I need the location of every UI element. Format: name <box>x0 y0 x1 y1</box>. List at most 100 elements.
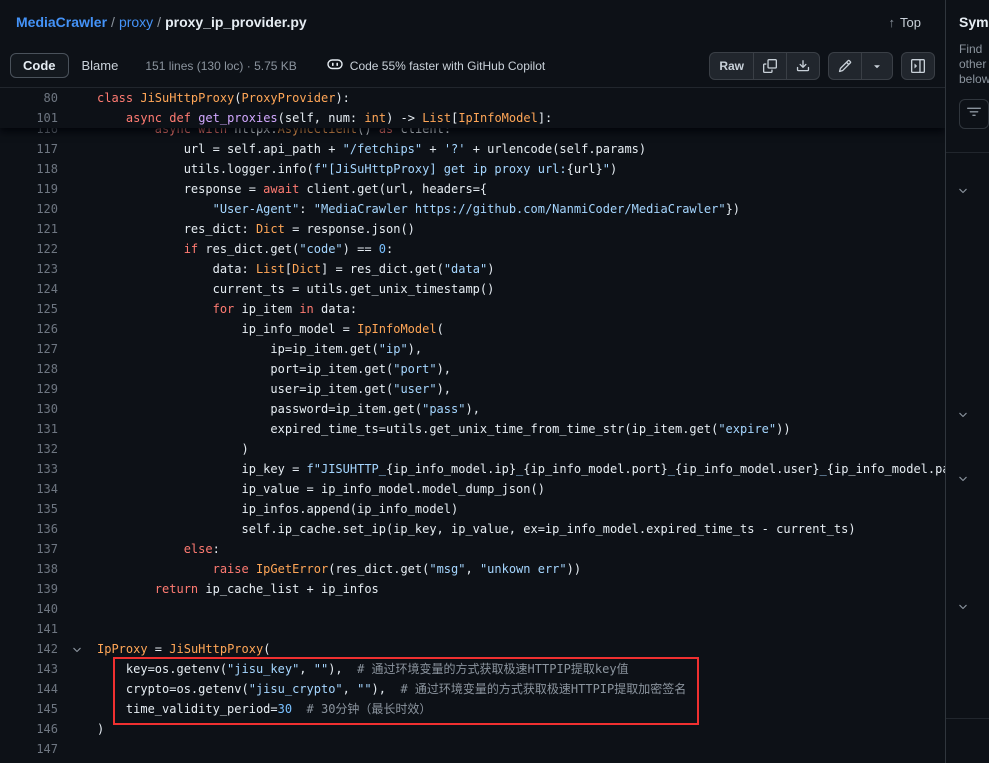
raw-button[interactable]: Raw <box>709 52 754 80</box>
sidebar-description-line: below <box>959 72 989 87</box>
breadcrumb-repo-link[interactable]: MediaCrawler <box>16 14 107 30</box>
sidebar-description-line: other <box>959 57 989 72</box>
line-number[interactable]: 145 <box>0 699 58 719</box>
line-number[interactable]: 134 <box>0 479 58 499</box>
code-line: 120 "User-Agent": "MediaCrawler https://… <box>0 199 945 219</box>
symbol-collapse-chevron-icon[interactable] <box>957 408 969 426</box>
line-number[interactable]: 127 <box>0 339 58 359</box>
filter-button[interactable] <box>959 99 989 129</box>
code-line: 80class JiSuHttpProxy(ProxyProvider): <box>0 88 945 108</box>
breadcrumb: MediaCrawler/proxy/proxy_ip_provider.py <box>16 14 307 30</box>
line-number[interactable]: 133 <box>0 459 58 479</box>
gutter-spacer <box>58 259 97 279</box>
line-number[interactable]: 147 <box>0 739 58 759</box>
gutter-spacer <box>58 519 97 539</box>
code-line: 136 self.ip_cache.set_ip(ip_key, ip_valu… <box>0 519 945 539</box>
tab-blame[interactable]: Blame <box>69 53 132 78</box>
code-text: url = self.api_path + "/fetchips" + '?' … <box>97 139 945 159</box>
line-number[interactable]: 143 <box>0 659 58 679</box>
code-lines: 116 async with httpx.AsyncClient() as cl… <box>0 119 945 759</box>
line-number[interactable]: 121 <box>0 219 58 239</box>
code-text: return ip_cache_list + ip_infos <box>97 579 945 599</box>
copilot-icon <box>327 56 343 75</box>
code-text: ip_info_model = IpInfoModel( <box>97 319 945 339</box>
line-number[interactable]: 144 <box>0 679 58 699</box>
line-number[interactable]: 125 <box>0 299 58 319</box>
code-text: raise IpGetError(res_dict.get("msg", "un… <box>97 559 945 579</box>
line-number[interactable]: 130 <box>0 399 58 419</box>
gutter-spacer <box>58 659 97 679</box>
up-arrow-icon: ↑ <box>889 15 896 30</box>
symbol-collapse-chevron-icon[interactable] <box>957 600 969 618</box>
gutter-spacer <box>58 339 97 359</box>
line-number[interactable]: 117 <box>0 139 58 159</box>
copy-button[interactable] <box>753 52 787 80</box>
line-number[interactable]: 141 <box>0 619 58 639</box>
code-text: if res_dict.get("code") == 0: <box>97 239 945 259</box>
code-text: self.ip_cache.set_ip(ip_key, ip_value, e… <box>97 519 945 539</box>
line-number[interactable]: 131 <box>0 419 58 439</box>
line-number[interactable]: 142 <box>0 639 58 659</box>
line-number[interactable]: 137 <box>0 539 58 559</box>
line-number[interactable]: 101 <box>0 108 58 128</box>
line-number[interactable]: 139 <box>0 579 58 599</box>
code-line: 121 res_dict: Dict = response.json() <box>0 219 945 239</box>
gutter-spacer <box>58 439 97 459</box>
scroll-to-top-button[interactable]: ↑ Top <box>881 11 929 34</box>
line-number[interactable]: 124 <box>0 279 58 299</box>
file-meta: 151 lines (130 loc) · 5.75 KB <box>145 59 296 73</box>
line-number[interactable]: 146 <box>0 719 58 739</box>
code-line: 133 ip_key = f"JISUHTTP_{ip_info_model.i… <box>0 459 945 479</box>
code-line: 135 ip_infos.append(ip_info_model) <box>0 499 945 519</box>
gutter-spacer <box>58 139 97 159</box>
symbol-collapse-chevron-icon[interactable] <box>957 472 969 490</box>
code-line: 122 if res_dict.get("code") == 0: <box>0 239 945 259</box>
gutter-spacer <box>58 108 97 128</box>
code-line: 137 else: <box>0 539 945 559</box>
symbols-panel-button[interactable] <box>901 52 935 80</box>
line-number[interactable]: 136 <box>0 519 58 539</box>
edit-button[interactable] <box>828 52 862 80</box>
line-number[interactable]: 138 <box>0 559 58 579</box>
toolbar-actions: Raw <box>709 52 935 80</box>
copilot-banner[interactable]: Code 55% faster with GitHub Copilot <box>327 56 545 75</box>
code-text <box>97 619 945 639</box>
code-line: 134 ip_value = ip_info_model.model_dump_… <box>0 479 945 499</box>
code-toolbar: Code Blame 151 lines (130 loc) · 5.75 KB… <box>0 44 945 88</box>
breadcrumb-folder-link[interactable]: proxy <box>119 14 153 30</box>
line-number[interactable]: 119 <box>0 179 58 199</box>
gutter-spacer <box>58 479 97 499</box>
download-button[interactable] <box>786 52 820 80</box>
line-number[interactable]: 129 <box>0 379 58 399</box>
line-number[interactable]: 140 <box>0 599 58 619</box>
edit-dropdown-button[interactable] <box>861 52 893 80</box>
line-number[interactable]: 135 <box>0 499 58 519</box>
collapse-chevron-icon[interactable] <box>58 639 97 659</box>
line-number[interactable]: 120 <box>0 199 58 219</box>
line-number[interactable]: 118 <box>0 159 58 179</box>
copilot-banner-text: Code 55% faster with GitHub Copilot <box>350 59 545 73</box>
code-text: ip_key = f"JISUHTTP_{ip_info_model.ip}_{… <box>97 459 945 479</box>
pencil-icon <box>838 59 852 73</box>
raw-copy-download-group: Raw <box>709 52 820 80</box>
line-number[interactable]: 122 <box>0 239 58 259</box>
tab-code[interactable]: Code <box>10 53 69 78</box>
gutter-spacer <box>58 179 97 199</box>
symbol-collapse-chevron-icon[interactable] <box>957 184 969 202</box>
sticky-header: 80class JiSuHttpProxy(ProxyProvider):101… <box>0 88 945 128</box>
gutter-spacer <box>58 319 97 339</box>
line-number[interactable]: 132 <box>0 439 58 459</box>
code-line: 119 response = await client.get(url, hea… <box>0 179 945 199</box>
line-number[interactable]: 123 <box>0 259 58 279</box>
line-number[interactable]: 126 <box>0 319 58 339</box>
code-line: 101 async def get_proxies(self, num: int… <box>0 108 945 128</box>
code-line: 123 data: List[Dict] = res_dict.get("dat… <box>0 259 945 279</box>
line-number[interactable]: 128 <box>0 359 58 379</box>
gutter-spacer <box>58 459 97 479</box>
code-text: port=ip_item.get("port"), <box>97 359 945 379</box>
code-line: 139 return ip_cache_list + ip_infos <box>0 579 945 599</box>
code-line: 131 expired_time_ts=utils.get_unix_time_… <box>0 419 945 439</box>
line-number[interactable]: 80 <box>0 88 58 108</box>
code-line: 130 password=ip_item.get("pass"), <box>0 399 945 419</box>
code-text: crypto=os.getenv("jisu_crypto", ""), # 通… <box>97 679 945 699</box>
